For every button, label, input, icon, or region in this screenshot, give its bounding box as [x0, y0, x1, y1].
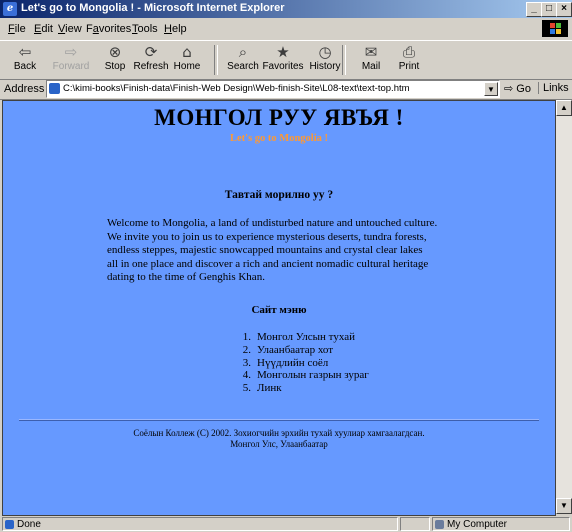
menu-edit[interactable]: Edit — [34, 23, 53, 35]
minimize-button[interactable]: _ — [526, 2, 542, 17]
back-button[interactable]: ⇦ Back — [4, 43, 46, 77]
toolbar-separator — [214, 45, 218, 75]
toolbar-separator — [342, 45, 346, 75]
my-computer-icon — [435, 520, 444, 529]
search-icon: ⌕ — [238, 43, 248, 61]
back-arrow-icon: ⇦ — [18, 43, 32, 61]
address-dropdown-button[interactable]: ▼ — [484, 82, 498, 96]
title-bar: e Let's go to Mongolia ! - Microsoft Int… — [0, 0, 572, 18]
security-zone-pane: My Computer — [432, 517, 570, 531]
home-button[interactable]: ⌂ Home — [166, 43, 208, 77]
go-button[interactable]: ⇨ Go — [504, 82, 531, 95]
favorites-folder-icon: ★ — [276, 43, 290, 61]
menu-help[interactable]: Help — [164, 23, 187, 35]
menu-view[interactable]: View — [58, 23, 82, 35]
address-input[interactable]: C:\kimi-books\Finish-data\Finish-Web Des… — [46, 80, 500, 98]
site-menu-item[interactable]: 1. Монгол Улсын тухай — [233, 331, 369, 344]
site-menu-item[interactable]: 2. Улаанбаатар хот — [233, 344, 369, 357]
printer-icon: ⎙ — [402, 43, 415, 61]
home-icon: ⌂ — [182, 43, 192, 61]
site-menu-item[interactable]: 5. Линк — [233, 382, 369, 395]
address-url: C:\kimi-books\Finish-data\Finish-Web Des… — [63, 83, 410, 94]
scroll-up-button[interactable]: ▲ — [556, 100, 572, 116]
search-button[interactable]: ⌕ Search — [222, 43, 264, 77]
page-footer: Соёлын Коллеж (C) 2002. Зохиогчийн эрхий… — [133, 428, 425, 449]
address-label: Address — [4, 83, 45, 95]
page-heading: МОНГОЛ РУУ ЯВЪЯ ! — [154, 105, 404, 130]
status-pane — [400, 517, 430, 531]
maximize-button[interactable]: □ — [541, 2, 557, 17]
site-menu-list: 1. Монгол Улсын тухай 2. Улаанбаатар хот 3… — [233, 331, 369, 395]
links-button[interactable]: Links » — [538, 82, 572, 94]
welcome-paragraph: Welcome to Mongolia, a land of undisturb… — [107, 217, 438, 284]
menu-favorites[interactable]: Favorites — [86, 23, 131, 35]
welcome-question: Тавтай морилно уу ? — [224, 189, 334, 201]
print-button[interactable]: ⎙ Print — [388, 43, 430, 77]
close-button[interactable]: × — [556, 2, 572, 17]
status-bar: Done My Computer — [0, 516, 572, 532]
favorites-button[interactable]: ★ Favorites — [262, 43, 304, 77]
standard-toolbar: ⇦ Back ⇨ Forward ⊗ Stop ⟳ Refresh ⌂ Home… — [0, 40, 572, 80]
window-title: Let's go to Mongolia ! - Microsoft Inter… — [21, 2, 285, 14]
mail-icon: ✉ — [364, 43, 378, 61]
menu-tools[interactable]: Tools — [132, 23, 158, 35]
vertical-scrollbar[interactable]: ▲ ▼ — [556, 100, 572, 514]
page-icon — [49, 83, 60, 94]
address-bar: Address C:\kimi-books\Finish-data\Finish… — [0, 79, 572, 100]
site-menu-item[interactable]: 3. Нүүдлийн соёл — [233, 357, 369, 370]
forward-button[interactable]: ⇨ Forward — [50, 43, 92, 77]
horizontal-rule — [19, 419, 539, 421]
mail-button[interactable]: ✉ Mail — [350, 43, 392, 77]
menu-bar: File Edit View Favorites Tools Help — [0, 20, 572, 38]
site-menu-item[interactable]: 4. Монголын газрын зураг — [233, 369, 369, 382]
internet-explorer-icon: e — [3, 2, 17, 16]
windows-logo-icon — [542, 20, 568, 37]
status-text-pane: Done — [2, 517, 398, 531]
site-menu-title: Сайт мэню — [251, 304, 307, 316]
page-done-icon — [5, 520, 14, 529]
go-arrow-icon: ⇨ — [504, 83, 514, 95]
browser-window: e Let's go to Mongolia ! - Microsoft Int… — [0, 0, 572, 532]
page-viewport: МОНГОЛ РУУ ЯВЪЯ ! Let's go to Mongolia !… — [2, 100, 556, 516]
page-subheading: Let's go to Mongolia ! — [230, 133, 328, 144]
history-button[interactable]: ◷ History — [304, 43, 346, 77]
menu-file[interactable]: File — [8, 23, 26, 35]
scroll-down-button[interactable]: ▼ — [556, 498, 572, 514]
history-icon: ◷ — [318, 43, 332, 61]
forward-arrow-icon: ⇨ — [64, 43, 78, 61]
